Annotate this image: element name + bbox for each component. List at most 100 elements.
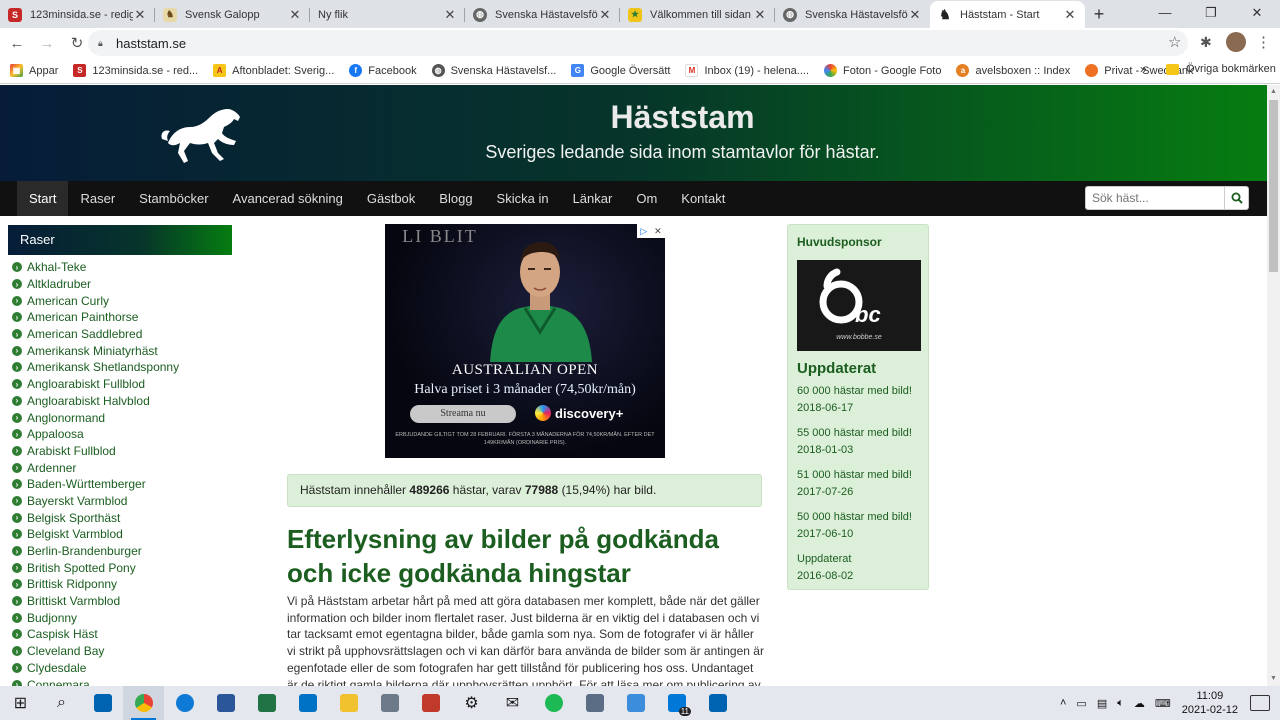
- bookmark-item[interactable]: M Inbox (19) - helena....: [685, 64, 809, 77]
- breed-item[interactable]: › Altkladruber: [8, 276, 232, 293]
- bookmark-item[interactable]: a avelsboxen :: Index: [956, 64, 1070, 77]
- keyboard-icon[interactable]: ⌨︎: [1155, 697, 1171, 710]
- breed-link[interactable]: Caspisk Häst: [27, 627, 98, 641]
- breed-link[interactable]: Arabiskt Fullblod: [27, 444, 116, 458]
- nav-item-om[interactable]: Om: [624, 181, 669, 216]
- taskbar-button[interactable]: ⌕: [41, 686, 82, 720]
- close-icon[interactable]: ✕: [133, 7, 147, 23]
- breed-item[interactable]: › American Painthorse: [8, 309, 232, 326]
- breed-item[interactable]: › Ardenner: [8, 459, 232, 476]
- taskbar-button[interactable]: ⚙︎: [451, 686, 492, 720]
- site-title[interactable]: Häststam: [0, 99, 1267, 136]
- update-text[interactable]: 60 000 hästar med bild!: [797, 383, 919, 400]
- close-icon[interactable]: ✕: [1063, 7, 1077, 23]
- close-icon[interactable]: ✕: [598, 7, 612, 23]
- update-text[interactable]: 50 000 hästar med bild!: [797, 509, 919, 526]
- scroll-down-icon[interactable]: ▼: [1267, 672, 1280, 686]
- browser-tab[interactable]: ◍ Svenska Hästavelsförbundet ✕: [775, 1, 930, 28]
- network-icon[interactable]: ▤: [1097, 697, 1107, 710]
- breed-link[interactable]: Belgiskt Varmblod: [27, 527, 123, 541]
- breed-link[interactable]: Anglonormand: [27, 411, 105, 425]
- update-text[interactable]: 51 000 hästar med bild!: [797, 467, 919, 484]
- bookmarks-overflow-icon[interactable]: »: [1140, 62, 1147, 76]
- bookmark-item[interactable]: G Google Översätt: [571, 64, 670, 77]
- close-icon[interactable]: ✕: [908, 7, 922, 23]
- advertisement-banner[interactable]: ▷ ✕ LI BLIT AUSTRALIAN OPEN Halva priset …: [385, 224, 665, 458]
- breed-link[interactable]: Ardenner: [27, 461, 76, 475]
- nav-item-skicka-in[interactable]: Skicka in: [485, 181, 561, 216]
- scroll-up-icon[interactable]: ▲: [1267, 85, 1280, 99]
- browser-tab[interactable]: ★ Välkommen till sidan där ✕: [620, 1, 775, 28]
- close-icon[interactable]: ✕: [753, 7, 767, 23]
- taskbar-button[interactable]: [123, 686, 164, 720]
- bookmark-item[interactable]: Foton - Google Foto: [824, 64, 941, 77]
- breed-item[interactable]: › Berlin-Brandenburger: [8, 543, 232, 560]
- adchoices-icon[interactable]: ▷ ✕: [637, 224, 665, 238]
- ad-cta-button[interactable]: Streama nu: [410, 405, 516, 423]
- notifications-icon[interactable]: [1250, 695, 1270, 711]
- breed-item[interactable]: › Budjonny: [8, 609, 232, 626]
- taskbar-button[interactable]: [410, 686, 451, 720]
- back-icon[interactable]: ←: [4, 35, 30, 52]
- breed-item[interactable]: › Bayerskt Varmblod: [8, 493, 232, 510]
- breed-item[interactable]: › British Spotted Pony: [8, 559, 232, 576]
- lock-icon[interactable]: 🔒︎: [98, 38, 108, 48]
- breed-link[interactable]: Angloarabiskt Fullblod: [27, 377, 145, 391]
- breed-link[interactable]: American Saddlebred: [27, 327, 142, 341]
- browser-tab-active[interactable]: ♞ Häststam - Start ✕: [930, 1, 1085, 28]
- breed-item[interactable]: › Belgisk Sporthäst: [8, 509, 232, 526]
- breed-item[interactable]: › Angloarabiskt Fullblod: [8, 376, 232, 393]
- breed-item[interactable]: › Connemara: [8, 676, 232, 686]
- new-tab-button[interactable]: +: [1085, 1, 1113, 28]
- reload-icon[interactable]: ↻: [64, 34, 90, 52]
- nav-item-blogg[interactable]: Blogg: [427, 181, 484, 216]
- breed-item[interactable]: › Amerikansk Miniatyrhäst: [8, 342, 232, 359]
- breed-link[interactable]: Akhal-Teke: [27, 260, 86, 274]
- extensions-puzzle-icon[interactable]: ✱: [1200, 34, 1212, 51]
- taskbar-button[interactable]: ✉︎: [492, 686, 533, 720]
- breed-link[interactable]: Altkladruber: [27, 277, 91, 291]
- browser-tab[interactable]: ♞ Svensk Galopp ✕: [155, 1, 310, 28]
- breed-item[interactable]: › Brittisk Ridponny: [8, 576, 232, 593]
- breed-link[interactable]: Brittisk Ridponny: [27, 577, 117, 591]
- other-bookmarks[interactable]: Övriga bokmärken: [1166, 63, 1276, 75]
- close-icon[interactable]: ✕: [288, 7, 302, 23]
- chevron-up-icon[interactable]: ˄: [1060, 697, 1066, 709]
- breed-item[interactable]: › Baden-Württemberger: [8, 476, 232, 493]
- breed-item[interactable]: › Anglonormand: [8, 409, 232, 426]
- breed-item[interactable]: › Clydesdale: [8, 660, 232, 677]
- bookmark-item[interactable]: f Facebook: [349, 64, 417, 77]
- browser-tab[interactable]: S 123minsida.se - redigera ✕: [0, 1, 155, 28]
- taskbar-button[interactable]: [205, 686, 246, 720]
- breed-item[interactable]: › Brittiskt Varmblod: [8, 593, 232, 610]
- scrollbar-thumb[interactable]: [1269, 100, 1278, 272]
- breed-link[interactable]: Berlin-Brandenburger: [27, 544, 142, 558]
- search-input[interactable]: [1085, 186, 1225, 210]
- close-window-icon[interactable]: ✕: [1234, 0, 1280, 28]
- breed-item[interactable]: › Appaloosa: [8, 426, 232, 443]
- taskbar-button[interactable]: [246, 686, 287, 720]
- breed-item[interactable]: › Caspisk Häst: [8, 626, 232, 643]
- bookmark-item[interactable]: S 123minsida.se - red...: [73, 64, 198, 77]
- breed-link[interactable]: Clydesdale: [27, 661, 86, 675]
- breed-link[interactable]: Brittiskt Varmblod: [27, 594, 120, 608]
- breed-link[interactable]: Amerikansk Miniatyrhäst: [27, 344, 158, 358]
- breed-link[interactable]: Amerikansk Shetlandsponny: [27, 360, 179, 374]
- browser-tab[interactable]: ◍ Svenska Hästavelsförbundet ✕: [465, 1, 620, 28]
- breed-link[interactable]: British Spotted Pony: [27, 561, 136, 575]
- taskbar-button[interactable]: [328, 686, 369, 720]
- taskbar-button[interactable]: [287, 686, 328, 720]
- nav-item-gastbok[interactable]: Gästbok: [355, 181, 427, 216]
- taskbar-button[interactable]: [574, 686, 615, 720]
- update-text[interactable]: Uppdaterat: [797, 551, 919, 568]
- nav-item-kontakt[interactable]: Kontakt: [669, 181, 737, 216]
- nav-item-stambocker[interactable]: Stamböcker: [127, 181, 220, 216]
- breed-link[interactable]: Appaloosa: [27, 427, 84, 441]
- taskbar-button[interactable]: 11: [656, 686, 697, 720]
- breed-link[interactable]: Budjonny: [27, 611, 77, 625]
- breed-link[interactable]: Angloarabiskt Halvblod: [27, 394, 150, 408]
- breed-link[interactable]: Cleveland Bay: [27, 644, 104, 658]
- url-bar[interactable]: 🔒︎ haststam.se: [88, 30, 1188, 56]
- onedrive-cloud-icon[interactable]: ☁︎: [1134, 697, 1145, 710]
- nav-item-start[interactable]: Start: [17, 181, 69, 216]
